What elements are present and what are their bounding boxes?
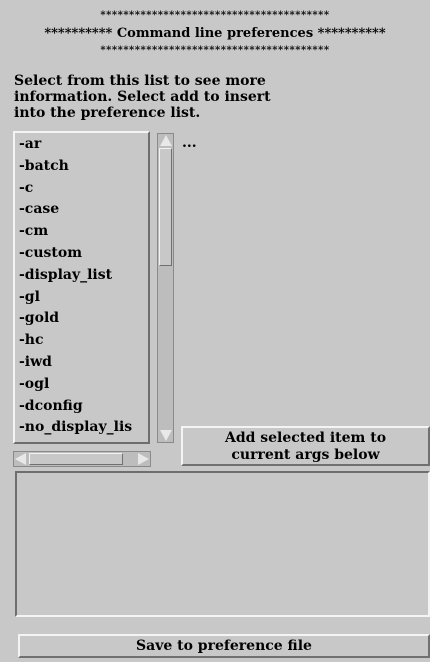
- scroll-down-arrow-icon[interactable]: [160, 430, 172, 441]
- vertical-scroll-thumb[interactable]: [159, 148, 172, 266]
- instructions-text: Select from this list to see more inform…: [14, 73, 314, 121]
- add-button-label-line: current args below: [231, 447, 380, 463]
- current-args-textarea[interactable]: [15, 471, 430, 617]
- list-item-iwd[interactable]: -iwd: [15, 351, 148, 373]
- list-item-no-display-list[interactable]: -no_display_lis: [15, 416, 148, 438]
- header-stars-top: ****************************************: [100, 10, 330, 21]
- list-item-custom[interactable]: -custom: [15, 242, 148, 264]
- instructions-line: into the preference list.: [14, 105, 201, 121]
- list-item-gold[interactable]: -gold: [15, 307, 148, 329]
- add-selected-item-button[interactable]: Add selected item to current args below: [181, 426, 430, 466]
- list-item-display-list[interactable]: -display_list: [15, 264, 148, 286]
- list-item-case[interactable]: -case: [15, 198, 148, 220]
- horizontal-scroll-thumb[interactable]: [29, 453, 123, 465]
- add-button-label-line: Add selected item to: [224, 430, 387, 446]
- list-item-c[interactable]: -c: [15, 177, 148, 199]
- save-to-preference-file-button[interactable]: Save to preference file: [18, 634, 430, 658]
- option-list[interactable]: -ar -batch -c -case -cm -custom -display…: [13, 131, 150, 444]
- list-item-batch[interactable]: -batch: [15, 155, 148, 177]
- list-item-ar[interactable]: -ar: [15, 133, 148, 155]
- list-vertical-scrollbar[interactable]: [157, 133, 174, 443]
- header-stars-bottom: ****************************************: [100, 45, 330, 56]
- list-item-ogl[interactable]: -ogl: [15, 373, 148, 395]
- instructions-line: Select from this list to see more: [14, 73, 266, 89]
- scroll-left-arrow-icon[interactable]: [15, 453, 26, 465]
- list-horizontal-scrollbar[interactable]: [13, 451, 151, 467]
- scroll-up-arrow-icon[interactable]: [160, 135, 172, 146]
- list-item-cm[interactable]: -cm: [15, 220, 148, 242]
- list-item-dconfig[interactable]: -dconfig: [15, 395, 148, 417]
- list-item-gl[interactable]: -gl: [15, 286, 148, 308]
- option-info-text: ...: [182, 135, 197, 151]
- instructions-line: information. Select add to insert: [14, 89, 271, 105]
- scroll-right-arrow-icon[interactable]: [138, 453, 149, 465]
- panel-title: ********** Command line preferences ****…: [44, 26, 386, 41]
- list-item-hc[interactable]: -hc: [15, 329, 148, 351]
